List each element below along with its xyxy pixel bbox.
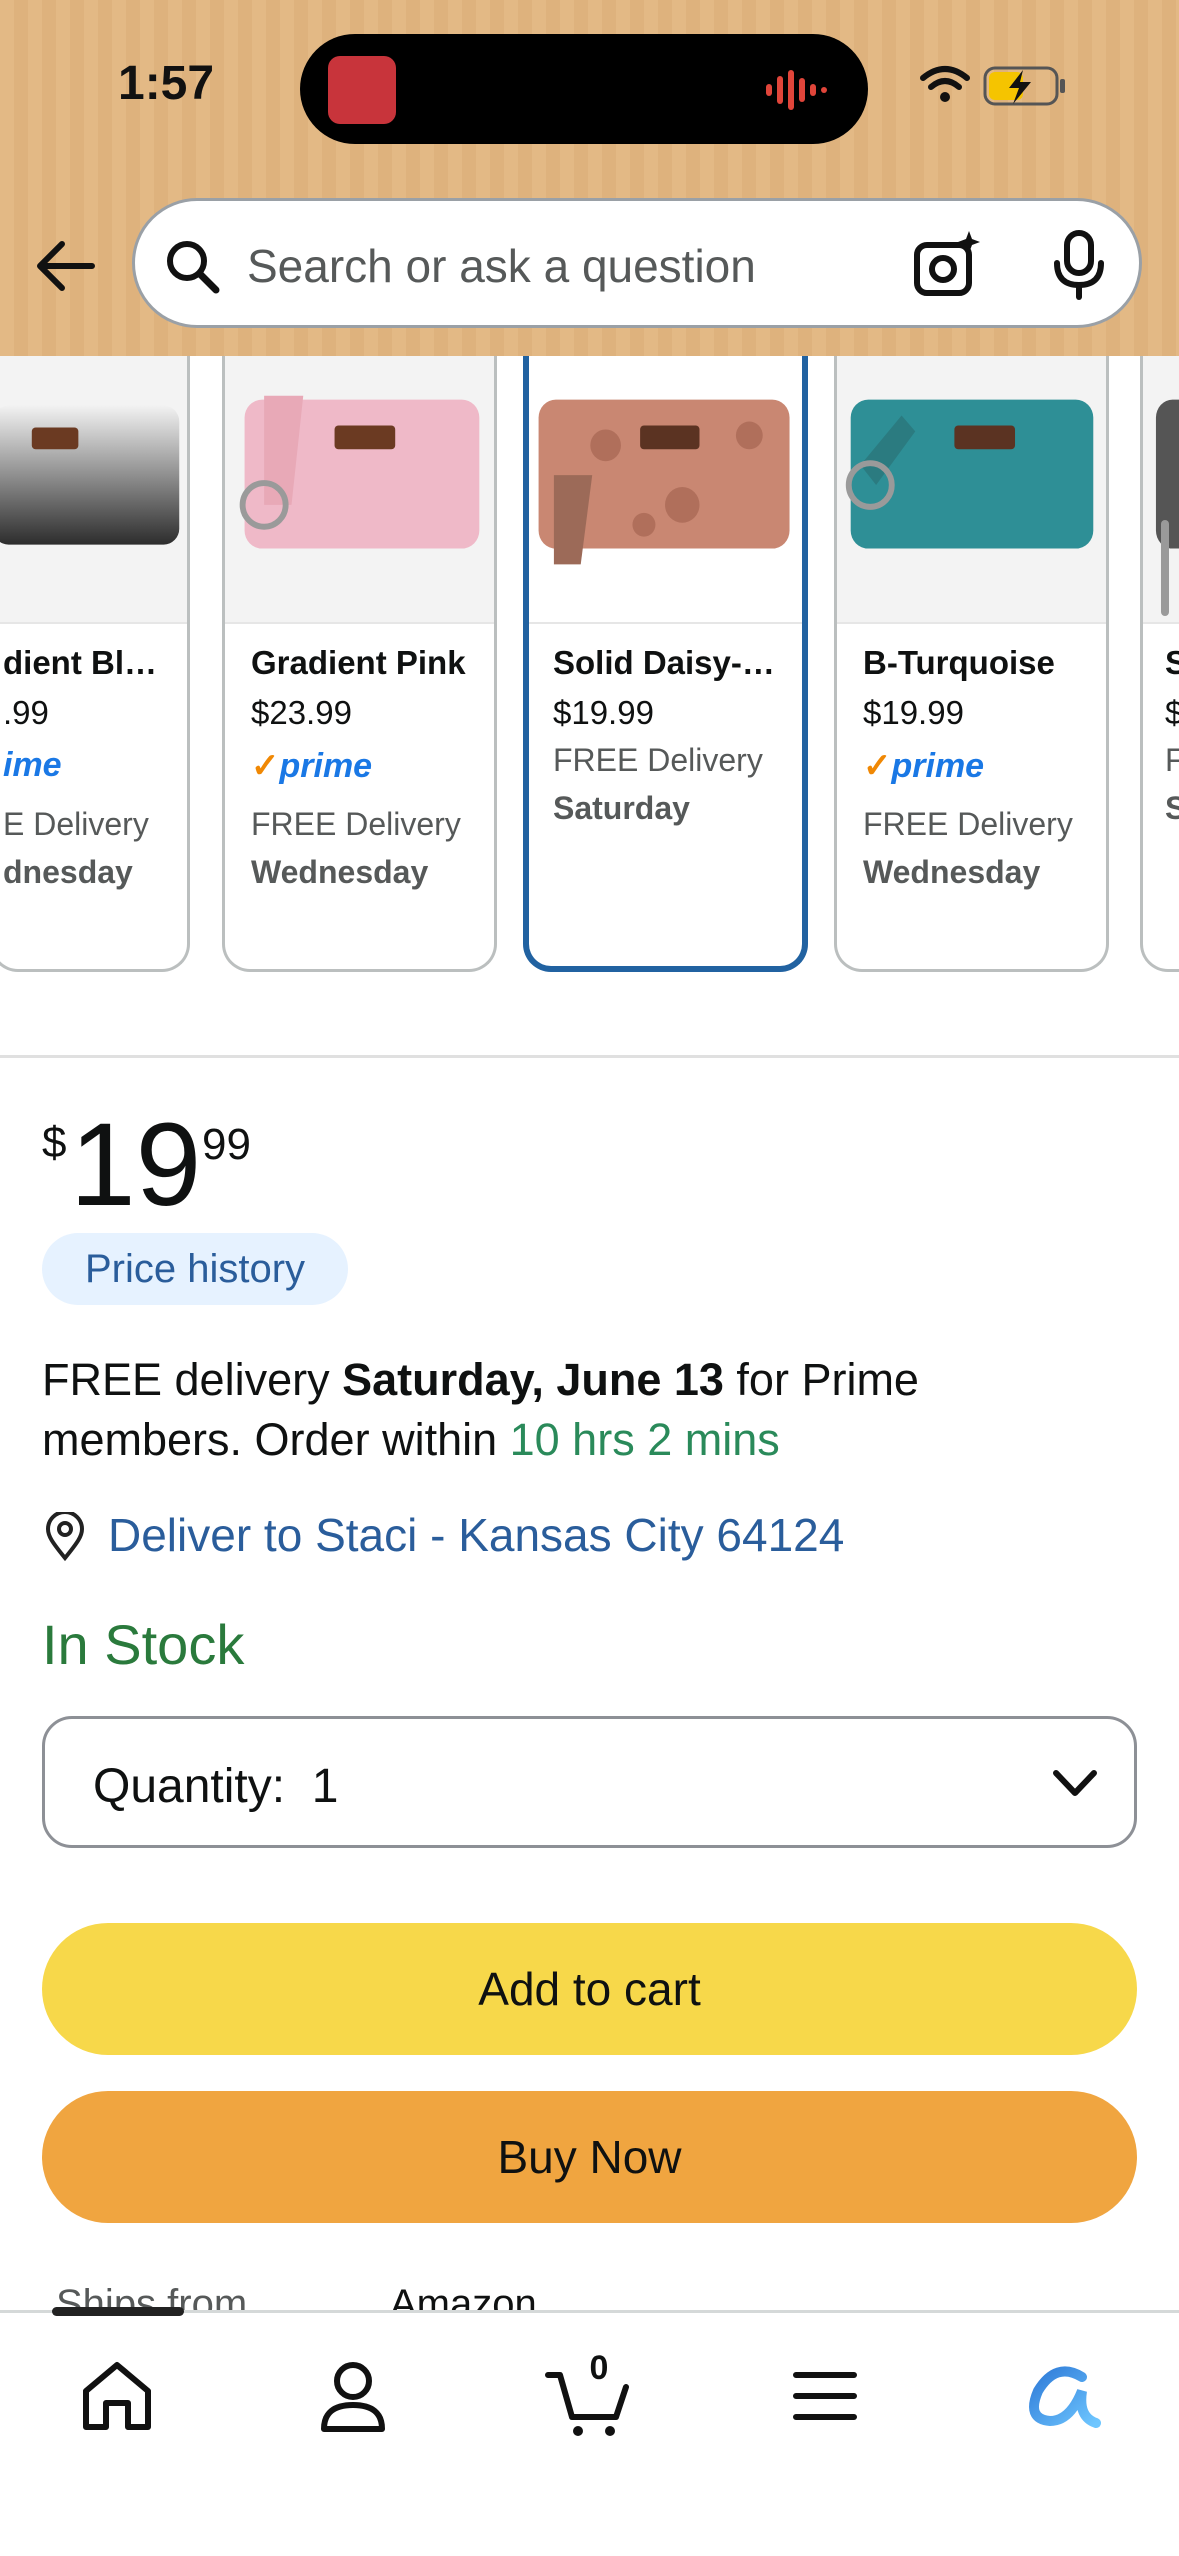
buy-now-button[interactable]: Buy Now — [42, 2091, 1137, 2223]
variant-card-partial[interactable]: S $ F S — [1140, 356, 1179, 972]
cart-nav[interactable]: 0 — [544, 2349, 634, 2441]
variant-price: $19.99 — [553, 694, 654, 731]
variant-name: B-Turquoise — [863, 644, 1055, 681]
home-icon[interactable] — [72, 2351, 162, 2441]
variant-card-b-turquoise[interactable]: B-Turquoise $19.99 ✓prime FREE Delivery … — [834, 356, 1109, 972]
variant-price: $23.99 — [251, 694, 352, 731]
quantity-label: Quantity: 1 — [93, 1760, 339, 1813]
variant-name: Gradient Pink — [251, 644, 466, 681]
prime-badge: ✓prime — [251, 747, 373, 785]
back-arrow-icon[interactable] — [30, 230, 102, 302]
camera-search-icon[interactable] — [911, 229, 983, 301]
order-countdown: 10 hrs 2 mins — [509, 1414, 780, 1465]
variant-name: dient Bl… — [3, 644, 157, 681]
variant-delivery: FREE Delivery — [863, 806, 1073, 842]
microphone-icon[interactable] — [1047, 229, 1111, 301]
price-symbol: $ — [42, 1118, 67, 1167]
variant-image — [225, 356, 494, 624]
variant-delivery-day: S — [1165, 790, 1179, 827]
variant-delivery-day: Saturday — [553, 790, 690, 826]
variant-delivery: E Delivery — [3, 806, 149, 842]
status-time: 1:57 — [118, 57, 215, 110]
active-tab-indicator — [52, 2307, 184, 2316]
variant-card-gradient-pink[interactable]: Gradient Pink $23.99 ✓prime FREE Deliver… — [222, 356, 497, 972]
quantity-select[interactable]: Quantity: 1 — [42, 1716, 1137, 1848]
price-history-button[interactable]: Price history — [42, 1233, 348, 1305]
quantity-value: 1 — [311, 1760, 339, 1813]
deliver-to-link[interactable]: Deliver to Staci - Kansas City 64124 — [108, 1508, 844, 1562]
chevron-down-icon — [1053, 1770, 1097, 1796]
wifi-icon — [920, 66, 970, 102]
variant-card-solid-daisy[interactable]: Solid Daisy-… $19.99 FREE Delivery Satur… — [523, 356, 808, 972]
delivery-prefix: FREE delivery — [42, 1354, 343, 1405]
variant-image — [837, 356, 1106, 624]
section-divider — [0, 1055, 1179, 1058]
rufus-ai-icon[interactable] — [1016, 2351, 1106, 2441]
app-header: 1:57 Search or ask a question — [0, 0, 1179, 356]
location-pin-icon — [45, 1512, 85, 1562]
add-to-cart-button[interactable]: Add to cart — [42, 1923, 1137, 2055]
account-icon[interactable] — [308, 2351, 398, 2441]
battery-icon — [983, 66, 1065, 106]
variant-delivery: F — [1165, 742, 1179, 779]
bottom-nav: 0 — [0, 2307, 1179, 2556]
search-icon — [167, 241, 220, 294]
cart-count: 0 — [589, 2349, 609, 2387]
audio-wave-icon — [766, 70, 827, 110]
search-input[interactable]: Search or ask a question — [247, 239, 756, 293]
delivery-date: Saturday, June 13 — [342, 1354, 724, 1405]
variant-delivery-day: dnesday — [3, 854, 133, 890]
variant-price: .99 — [3, 694, 49, 731]
variant-image — [0, 356, 187, 624]
menu-icon[interactable] — [780, 2351, 870, 2441]
variant-image — [529, 356, 802, 624]
search-bar[interactable]: Search or ask a question — [132, 198, 1142, 328]
variant-delivery: FREE Delivery — [553, 742, 763, 778]
variant-scrollbar[interactable] — [1161, 520, 1169, 616]
delivery-message: FREE delivery Saturday, June 13 for Prim… — [42, 1350, 1122, 1470]
now-playing-artwork — [328, 56, 396, 124]
dynamic-island — [300, 34, 868, 144]
variant-price: $19.99 — [863, 694, 964, 731]
stock-status: In Stock — [42, 1613, 245, 1676]
variant-delivery-day: Wednesday — [251, 854, 429, 890]
variant-delivery: FREE Delivery — [251, 806, 461, 842]
variant-name: S — [1165, 644, 1179, 682]
prime-badge: ime — [3, 746, 62, 784]
status-icons — [920, 66, 1065, 106]
variant-card-gradient-black[interactable]: dient Bl… .99 ime E Delivery dnesday — [0, 356, 190, 972]
variant-delivery-day: Wednesday — [863, 854, 1041, 890]
price-whole: 19 — [70, 1099, 202, 1231]
price-fraction: 99 — [202, 1120, 251, 1169]
variant-price: $ — [1165, 694, 1179, 732]
variant-name: Solid Daisy-… — [553, 644, 775, 681]
prime-badge: ✓prime — [863, 747, 985, 785]
